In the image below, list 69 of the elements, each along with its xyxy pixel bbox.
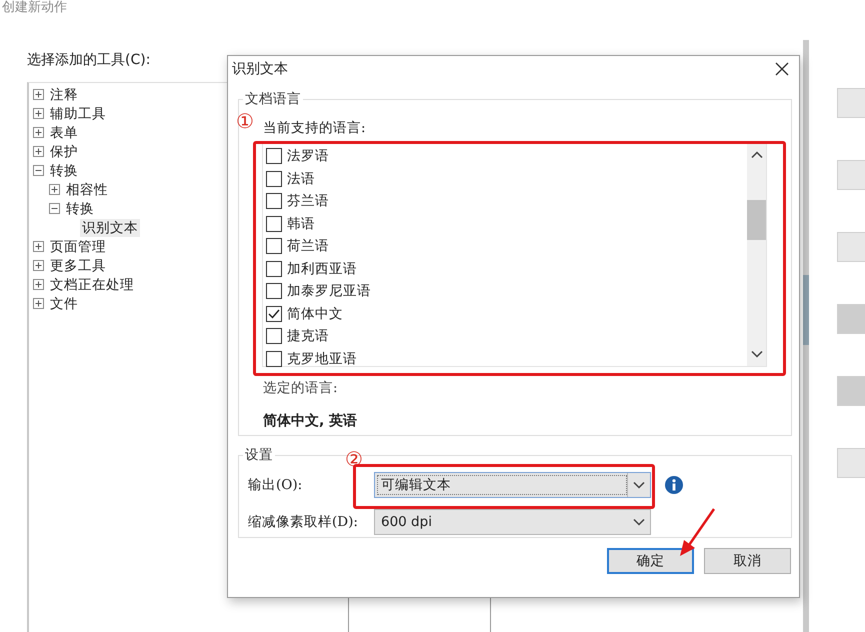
language-name[interactable]: 简体中文 (287, 304, 343, 323)
tree-item[interactable]: 辅助工具 (48, 104, 108, 122)
scrollbar[interactable] (747, 143, 766, 366)
checkbox[interactable] (266, 328, 282, 344)
dialog-title: 识别文本 (232, 60, 288, 78)
scroll-thumb[interactable] (747, 200, 766, 240)
annotation-arrow (678, 506, 718, 558)
group-title: 文档语言 (244, 90, 302, 108)
tree-item[interactable]: 更多工具 (48, 256, 108, 274)
language-name[interactable]: 芬兰语 (287, 192, 329, 210)
checkbox[interactable] (266, 216, 282, 232)
expand-icon[interactable] (33, 298, 44, 309)
expand-icon[interactable] (33, 260, 44, 271)
chevron-down-icon[interactable] (633, 481, 645, 489)
step-marker: ① (236, 110, 254, 132)
tree-item[interactable]: 识别文本 (80, 218, 140, 236)
window-title: 创建新动作 (1, 0, 68, 17)
chevron-down-icon[interactable] (633, 518, 645, 526)
scroll-up-icon[interactable] (750, 151, 762, 159)
tree-item[interactable]: 转换 (48, 162, 80, 180)
field-label: 输出(O): (248, 476, 304, 494)
tree-item[interactable]: 文档正在处理 (48, 276, 136, 294)
collapse-icon[interactable] (33, 165, 44, 176)
expand-icon[interactable] (33, 108, 44, 119)
language-name[interactable]: 捷克语 (287, 327, 329, 346)
dropdown[interactable]: 600 dpi (374, 509, 651, 535)
dropdown[interactable]: 可编辑文本 (374, 472, 651, 498)
tree-item[interactable]: 注释 (48, 86, 80, 104)
expand-icon[interactable] (33, 146, 44, 157)
checkbox[interactable] (266, 260, 282, 277)
info-icon[interactable] (665, 476, 683, 494)
tree-item[interactable]: 表单 (48, 124, 80, 142)
language-name[interactable]: 加泰罗尼亚语 (287, 282, 371, 300)
collapse-icon[interactable] (49, 203, 60, 214)
expand-icon[interactable] (33, 241, 44, 252)
tree-item[interactable]: 文件 (48, 294, 80, 312)
selected-languages-label: 选定的语言: (263, 379, 339, 397)
expand-icon[interactable] (33, 279, 44, 290)
language-name[interactable]: 法语 (287, 170, 315, 188)
selected-languages: 简体中文, 英语 (263, 412, 358, 430)
scroll-down-icon[interactable] (750, 350, 762, 358)
checkbox[interactable] (266, 283, 282, 300)
checkbox[interactable] (266, 306, 282, 322)
field-label: 缩减像素取样(D): (248, 513, 359, 531)
tree-item[interactable]: 保护 (48, 142, 80, 160)
expand-icon[interactable] (49, 184, 60, 195)
close-icon[interactable] (775, 62, 789, 76)
tree-item[interactable]: 相容性 (64, 180, 110, 198)
tree-item[interactable]: 转换 (64, 200, 96, 218)
scroll-thumb[interactable] (803, 275, 809, 345)
language-name[interactable]: 荷兰语 (287, 237, 329, 256)
tree-item[interactable]: 页面管理 (48, 238, 108, 256)
group-title: 设置 (244, 446, 274, 464)
checkbox[interactable] (266, 170, 282, 187)
language-name[interactable]: 法罗语 (287, 147, 329, 166)
languages-label: 当前支持的语言: (263, 120, 367, 136)
language-name[interactable]: 加利西亚语 (287, 260, 357, 278)
scrollbar[interactable] (803, 40, 809, 632)
language-name[interactable]: 韩语 (287, 214, 315, 233)
cancel-button[interactable]: 取消 (704, 548, 791, 574)
ok-button[interactable]: 确定 (607, 548, 694, 574)
expand-icon[interactable] (33, 127, 44, 138)
checkbox[interactable] (266, 193, 282, 210)
expand-icon[interactable] (33, 89, 44, 100)
tools-label: 选择添加的工具(C): (27, 51, 150, 70)
checkbox[interactable] (266, 238, 282, 254)
language-name[interactable]: 克罗地亚语 (287, 350, 357, 368)
checkbox[interactable] (266, 148, 282, 164)
checkbox[interactable] (266, 350, 282, 367)
